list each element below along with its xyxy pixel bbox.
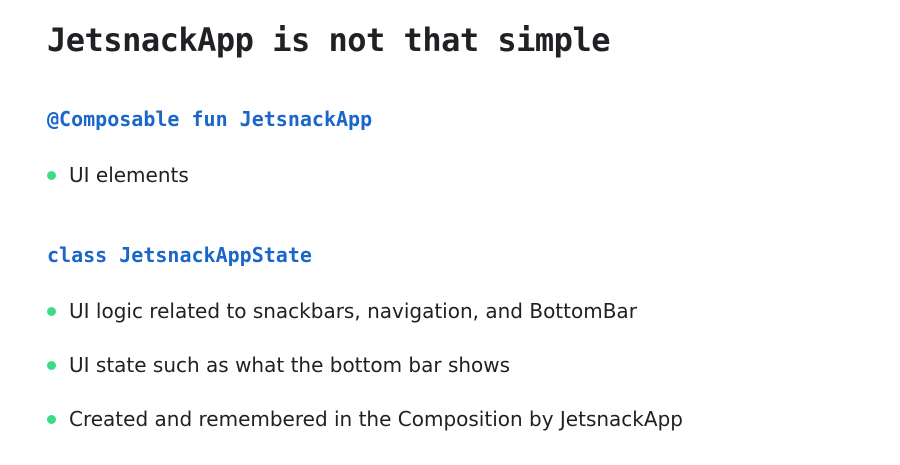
code-heading-class: class JetsnackAppState [47,243,312,267]
slide: JetsnackApp is not that simple @Composab… [0,0,900,465]
bullet-text: Created and remembered in the Compositio… [69,407,683,431]
bullet-item: Created and remembered in the Compositio… [47,404,683,434]
bullet-dot-icon [47,414,56,424]
bullet-dot-icon [47,306,56,316]
bullet-item: UI state such as what the bottom bar sho… [47,350,510,380]
bullet-dot-icon [47,360,56,370]
bullet-item: UI logic related to snackbars, navigatio… [47,296,637,326]
slide-title: JetsnackApp is not that simple [47,21,610,59]
bullet-text: UI state such as what the bottom bar sho… [69,353,511,377]
code-heading-composable: @Composable fun JetsnackApp [47,107,373,131]
bullet-dot-icon [47,170,56,180]
bullet-text: UI logic related to snackbars, navigatio… [69,299,637,323]
bullet-text: UI elements [69,163,189,187]
bullet-item: UI elements [47,160,189,190]
